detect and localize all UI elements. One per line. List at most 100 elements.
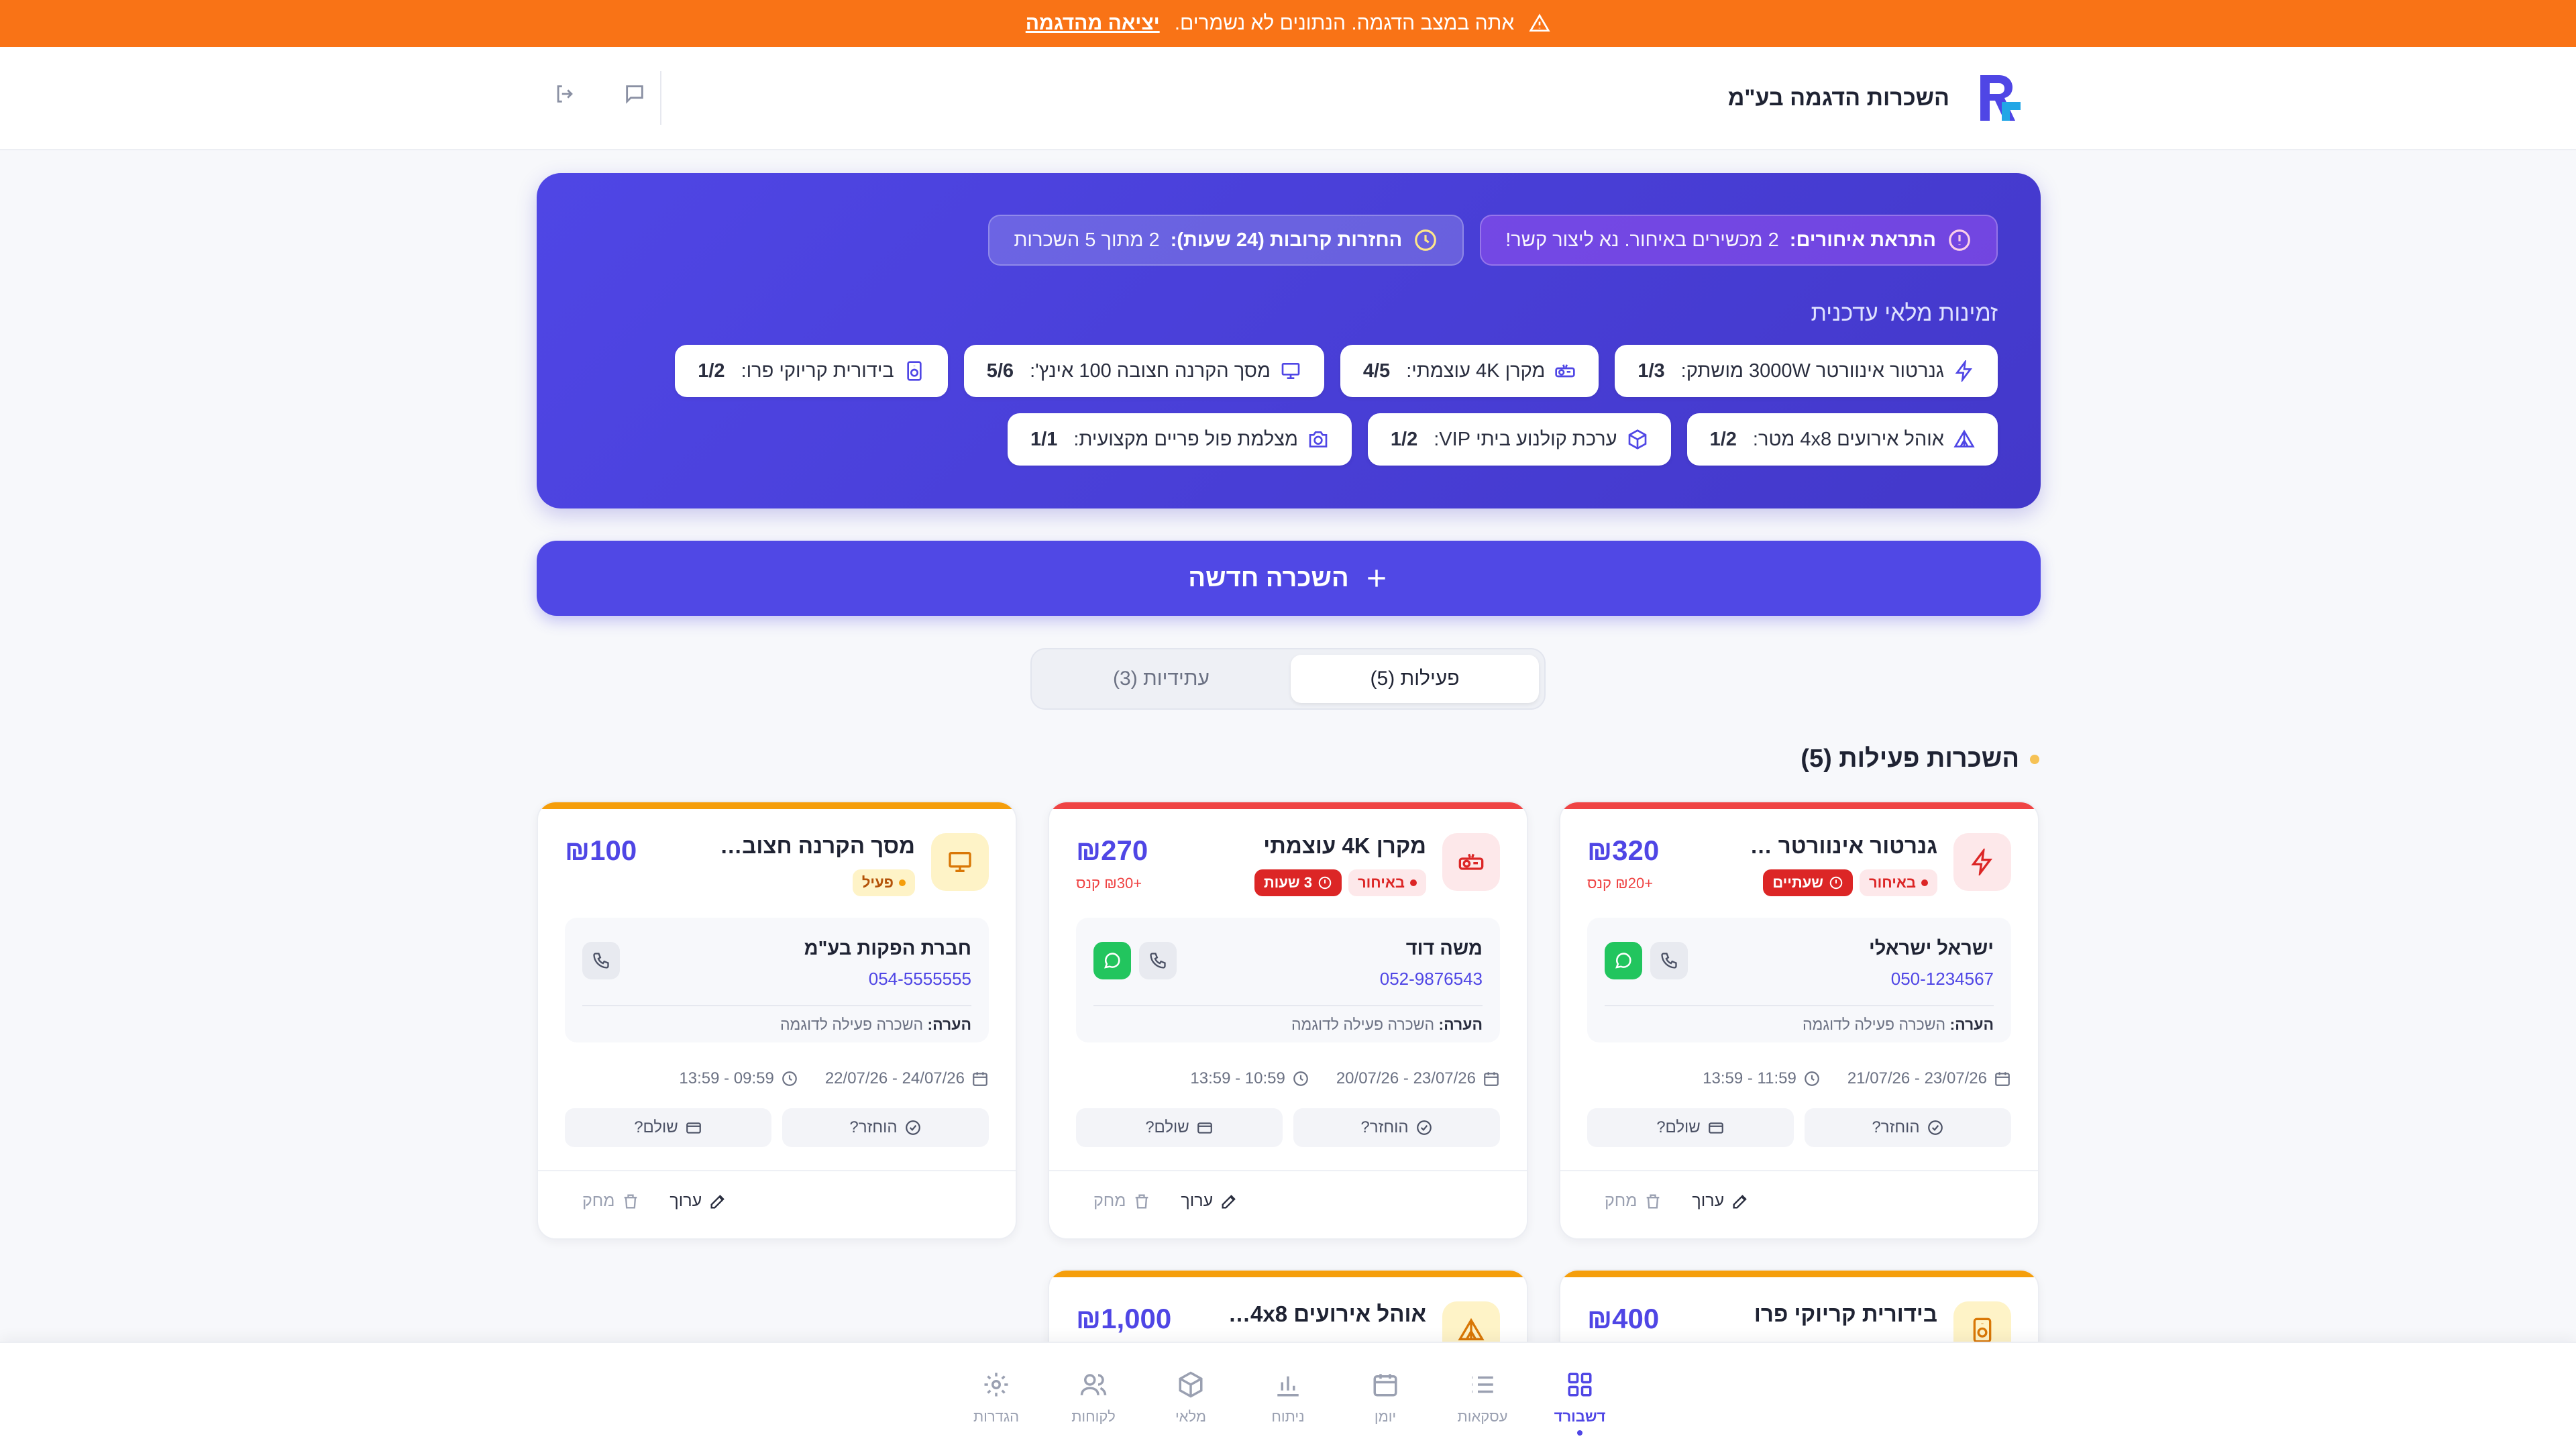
rental-card[interactable]: מקרן 4K עוצמתי באיחור 3 שעות ₪270 +₪30 ק…: [1048, 801, 1528, 1240]
card-price: ₪400: [1587, 1303, 1660, 1334]
returned-label: הוחזר?: [1360, 1118, 1409, 1136]
exit-demo-link[interactable]: יציאה מהדגמה: [1026, 12, 1160, 35]
edit-icon: [1222, 1194, 1236, 1208]
card-checks: הוחזר? שולם?: [565, 1108, 989, 1147]
nav-customers[interactable]: לקוחות: [1045, 1343, 1142, 1449]
rental-card[interactable]: גנרטור אינוורטר 3000W מושתק באיחור שעתיי…: [1559, 801, 2039, 1240]
credit-card-icon: [686, 1122, 701, 1134]
availability-chip[interactable]: מצלמת פול פריים מקצועית: 1/1: [1008, 413, 1352, 466]
card-meta: 23/07/26 - 20/07/26 10:59 - 13:59: [1076, 1069, 1500, 1088]
company-name: השכרות הדגמה בע"מ: [1727, 85, 1949, 111]
availability-chip[interactable]: גנרטור אינוורטר 3000W מושתק: 1/3: [1615, 345, 1998, 397]
clock-alert-icon: [1829, 876, 1843, 890]
new-rental-button[interactable]: השכרה חדשה: [537, 541, 2041, 616]
clock-alert-icon: [1318, 876, 1332, 890]
divider: [1605, 1005, 1994, 1006]
paid-toggle[interactable]: שולם?: [565, 1108, 771, 1147]
card-status-bar: [1049, 802, 1527, 809]
paid-toggle[interactable]: שולם?: [1076, 1108, 1283, 1147]
rental-card[interactable]: מסך הקרנה חצובה 100 אינץ' פעיל ₪100 חברת…: [537, 801, 1017, 1240]
availability-chip[interactable]: מקרן 4K עוצמתי: 4/5: [1340, 345, 1599, 397]
camera-icon: [1309, 431, 1328, 447]
customer-phone[interactable]: 052-9876543: [1380, 969, 1483, 989]
edit-button[interactable]: ערוך: [1692, 1191, 1750, 1211]
customer-name: משה דוד: [1405, 938, 1483, 959]
chip-label: אוהל אירועים 4x8 מטר:: [1752, 428, 1944, 450]
tab-future-rentals[interactable]: עתידיות (3): [1037, 655, 1285, 703]
returned-toggle[interactable]: הוחזר?: [1805, 1108, 2011, 1147]
note-text: השכרה פעילה לדוגמה: [1802, 1016, 1946, 1033]
company-logo: [1980, 75, 2021, 121]
speaker-icon: [1973, 1318, 1992, 1343]
brand[interactable]: השכרות הדגמה בע"מ: [1728, 70, 2026, 126]
whatsapp-button[interactable]: [1093, 942, 1131, 979]
returned-toggle[interactable]: הוחזר?: [782, 1108, 989, 1147]
card-badges: פעיל: [852, 869, 915, 896]
times-text: 09:59 - 13:59: [679, 1069, 774, 1087]
check-circle-icon: [1416, 1120, 1432, 1135]
availability-chip[interactable]: אוהל אירועים 4x8 מטר: 1/2: [1686, 413, 1998, 466]
speaker-icon: [907, 361, 922, 381]
customer-phone[interactable]: 050-1234567: [1891, 969, 1994, 989]
call-button[interactable]: [1650, 942, 1688, 979]
returns-alert[interactable]: החזרות קרובות (24 שעות): 2 מתוך 5 השכרות: [988, 215, 1464, 266]
paid-toggle[interactable]: שולם?: [1587, 1108, 1794, 1147]
customer-phone[interactable]: 054-5555555: [869, 969, 971, 989]
clock-icon: [1415, 229, 1437, 251]
monitor-icon: [1281, 363, 1300, 379]
phone-icon: [1661, 953, 1677, 969]
message-icon: [626, 85, 643, 104]
nav-inventory[interactable]: מלאי: [1142, 1343, 1240, 1449]
chip-count: 1/2: [698, 360, 725, 382]
card-thumb: [1442, 833, 1500, 891]
nav-dashboard[interactable]: דשבורד: [1532, 1343, 1629, 1449]
whatsapp-icon: [1615, 953, 1631, 969]
alerts-row: התראת איחורים: 2 מכשירים באיחור. נא ליצו…: [988, 215, 1998, 266]
edit-button[interactable]: ערוך: [669, 1191, 727, 1211]
card-price: ₪1,000: [1076, 1303, 1172, 1334]
dashboard-icon: [1568, 1373, 1592, 1397]
call-button[interactable]: [1139, 942, 1177, 979]
check-circle-icon: [905, 1120, 920, 1135]
section-title: השכרות פעילות (5): [1801, 745, 2039, 773]
paid-label: שולם?: [1656, 1118, 1701, 1136]
chip-label: מצלמת פול פריים מקצועית:: [1073, 428, 1298, 450]
returned-toggle[interactable]: הוחזר?: [1293, 1108, 1500, 1147]
nav-analytics[interactable]: ניתוח: [1240, 1343, 1337, 1449]
demo-message: אתה במצב הדגמה. הנתונים לא נשמרים.: [1174, 12, 1515, 34]
card-meta: 23/07/26 - 21/07/26 11:59 - 13:59: [1587, 1069, 2011, 1088]
nav-deals[interactable]: עסקאות: [1434, 1343, 1532, 1449]
delete-button[interactable]: מחק: [1605, 1191, 1662, 1211]
alerts-panel: התראת איחורים: 2 מכשירים באיחור. נא ליצו…: [537, 173, 2041, 508]
header-divider: [660, 71, 661, 125]
card-status-bar: [538, 802, 1016, 809]
edit-icon: [710, 1194, 724, 1208]
customer-name: ישראל ישראלי: [1869, 938, 1994, 959]
note-text: השכרה פעילה לדוגמה: [1291, 1016, 1435, 1033]
logout-button[interactable]: [543, 72, 586, 115]
whatsapp-button[interactable]: [1605, 942, 1642, 979]
plus-icon: [1367, 570, 1385, 587]
nav-label: עסקאות: [1457, 1408, 1508, 1425]
nav-settings[interactable]: הגדרות: [948, 1343, 1045, 1449]
edit-button[interactable]: ערוך: [1181, 1191, 1238, 1211]
dates-text: 24/07/26 - 22/07/26: [824, 1069, 965, 1087]
returned-label: הוחזר?: [1872, 1118, 1920, 1136]
messages-button[interactable]: [613, 72, 656, 115]
availability-chip[interactable]: ערכת קולנוע ביתי VIP: 1/2: [1367, 413, 1671, 466]
new-rental-label: השכרה חדשה: [1188, 564, 1349, 592]
delete-button[interactable]: מחק: [1093, 1191, 1151, 1211]
call-button[interactable]: [582, 942, 620, 979]
availability-chip[interactable]: מסך הקרנה חצובה 100 אינץ': 5/6: [963, 345, 1324, 397]
returns-label: החזרות קרובות (24 שעות):: [1170, 229, 1403, 251]
nav-calendar[interactable]: יומן: [1337, 1343, 1434, 1449]
delete-button[interactable]: מחק: [582, 1191, 640, 1211]
availability-title: זמינות מלאי עדכנית: [1811, 301, 1998, 326]
times-text: 11:59 - 13:59: [1703, 1069, 1796, 1087]
card-actions: מחק ערוך: [1093, 1191, 1238, 1211]
nav-label: דשבורד: [1554, 1408, 1606, 1425]
availability-chip[interactable]: בידורית קריוקי פרו: 1/2: [675, 345, 948, 397]
tab-active-rentals[interactable]: פעילות (5): [1291, 655, 1539, 703]
overdue-alert[interactable]: התראת איחורים: 2 מכשירים באיחור. נא ליצו…: [1480, 215, 1998, 266]
card-status-bar: [1560, 1271, 2038, 1277]
